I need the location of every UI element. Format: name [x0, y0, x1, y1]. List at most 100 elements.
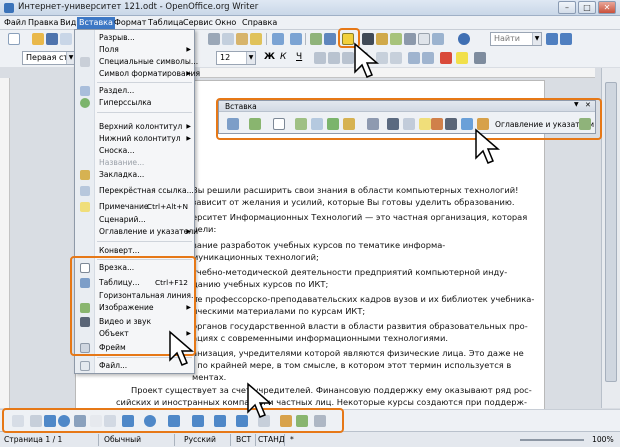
help-icon[interactable] — [458, 33, 470, 45]
basic-shapes-icon[interactable] — [122, 415, 134, 427]
indent-decrease-icon[interactable] — [408, 52, 420, 64]
cut-icon[interactable] — [208, 33, 220, 45]
menu-window[interactable]: Окно — [213, 17, 238, 29]
close-button[interactable]: ✕ — [598, 1, 616, 14]
menu-item-fields[interactable]: Поля ▶ — [75, 44, 194, 56]
menu-format[interactable]: Формат — [112, 17, 148, 29]
open-icon[interactable] — [32, 33, 44, 45]
menu-item-formatting-mark[interactable]: Символ форматирования ▶ — [75, 68, 200, 80]
insert-movie-icon[interactable] — [445, 118, 457, 130]
dropdown-arrow-icon[interactable]: ▼ — [574, 101, 579, 108]
menu-item-indexes-tables[interactable]: Оглавление и указатели ▶ — [75, 226, 198, 238]
zoom-slider[interactable] — [520, 439, 584, 441]
paragraph-style-combo[interactable]: Первая строк▼ — [22, 51, 76, 65]
menu-item-footnote[interactable]: Сноска... — [75, 145, 194, 157]
callout-tool-icon[interactable] — [104, 415, 116, 427]
callouts-icon[interactable] — [214, 415, 226, 427]
vertical-scrollbar[interactable] — [601, 68, 620, 408]
align-center-icon[interactable] — [328, 52, 340, 64]
italic-button[interactable]: К — [280, 52, 286, 62]
horizontal-ruler[interactable] — [200, 68, 595, 78]
menu-item-movie-sound[interactable]: Видео и звук — [75, 316, 194, 328]
text-tool-icon[interactable] — [90, 415, 102, 427]
menu-item-envelope[interactable]: Конверт... — [75, 245, 194, 257]
menu-table[interactable]: Таблица — [146, 17, 185, 29]
bold-button[interactable]: Ж — [264, 52, 275, 62]
paste-icon[interactable] — [236, 33, 248, 45]
highlighting-icon[interactable] — [456, 52, 468, 64]
table-icon[interactable] — [324, 33, 336, 45]
find-prev-icon[interactable] — [560, 33, 572, 45]
email-icon[interactable] — [60, 33, 72, 45]
status-insert-mode[interactable]: ВСТ — [236, 435, 251, 445]
status-language[interactable]: Русский — [184, 435, 216, 445]
insert-table-icon[interactable] — [227, 118, 239, 130]
status-style[interactable]: Обычный — [104, 435, 141, 445]
align-left-icon[interactable] — [314, 52, 326, 64]
datasources-icon[interactable] — [404, 33, 416, 45]
menu-view[interactable]: Вид — [58, 17, 78, 29]
undo-icon[interactable] — [272, 33, 284, 45]
menu-item-horizontal-line[interactable]: Горизонтальная линия... — [75, 290, 198, 302]
floating-toolbar-close[interactable]: ✕ — [585, 101, 591, 109]
insert-fontwork-icon[interactable] — [367, 118, 379, 130]
menu-insert[interactable]: Вставка — [77, 17, 115, 29]
menu-tools[interactable]: Сервис — [181, 17, 215, 29]
bullets-icon[interactable] — [390, 52, 402, 64]
freeform-tool-icon[interactable] — [74, 415, 86, 427]
font-color-icon[interactable] — [440, 52, 452, 64]
status-selection-mode[interactable]: СТАНД — [258, 435, 285, 445]
insert-object-icon[interactable] — [431, 118, 443, 130]
extrusion-icon[interactable] — [314, 415, 326, 427]
menu-item-bookmark[interactable]: Закладка... — [75, 169, 194, 181]
insert-caption-icon[interactable] — [311, 118, 323, 130]
insert-bookmark-icon[interactable] — [343, 118, 355, 130]
menu-item-header[interactable]: Верхний колонтитул ▶ — [75, 121, 194, 133]
symbol-shapes-icon[interactable] — [144, 415, 156, 427]
insert-special-character-icon[interactable] — [387, 118, 399, 130]
insert-note-icon[interactable] — [419, 118, 431, 130]
menu-item-hyperlink[interactable]: Гиперссылка — [75, 97, 194, 109]
gallery-icon[interactable] — [390, 33, 402, 45]
nonprinting-chars-icon[interactable] — [418, 33, 430, 45]
status-zoom[interactable]: 100% — [592, 435, 614, 445]
menu-item-footer[interactable]: Нижний колонтитул ▶ — [75, 133, 194, 145]
menu-file[interactable]: Файл — [2, 17, 28, 29]
maximize-button[interactable]: □ — [578, 1, 596, 14]
menu-item-picture[interactable]: Изображение ▶ — [75, 302, 194, 314]
menu-item-special-characters[interactable]: Специальные символы... — [75, 56, 198, 68]
insert-frame-icon[interactable] — [273, 118, 285, 130]
fontwork-gallery-icon[interactable] — [280, 415, 292, 427]
underline-button[interactable]: Ч — [296, 52, 302, 62]
background-color-icon[interactable] — [474, 52, 486, 64]
floating-toolbar-header[interactable]: Вставка ▼ ✕ — [219, 101, 595, 112]
flowchart-icon[interactable] — [192, 415, 204, 427]
format-paintbrush-icon[interactable] — [250, 33, 262, 45]
menu-item-comment[interactable]: Примечание Ctrl+Alt+N — [75, 201, 194, 213]
insert-section-icon[interactable] — [295, 118, 307, 130]
save-icon[interactable] — [46, 33, 58, 45]
find-input[interactable]: Найти ▼ — [490, 32, 542, 46]
menu-item-script[interactable]: Сценарий... — [75, 214, 194, 226]
select-arrow-icon[interactable] — [12, 415, 24, 427]
from-file-icon[interactable] — [296, 415, 308, 427]
ellipse-tool-icon[interactable] — [58, 415, 70, 427]
find-next-icon[interactable] — [546, 33, 558, 45]
copy-icon[interactable] — [222, 33, 234, 45]
menu-help[interactable]: Справка — [240, 17, 279, 29]
insert-field-icon[interactable] — [403, 118, 415, 130]
font-size-combo[interactable]: 12 ▼ — [216, 51, 256, 65]
menu-item-cross-reference[interactable]: Перекрёстная ссылка... — [75, 185, 194, 197]
status-page[interactable]: Страница 1 / 1 — [4, 435, 62, 445]
insert-hyperlink-icon[interactable] — [327, 118, 339, 130]
hyperlink-icon[interactable] — [310, 33, 322, 45]
indent-increase-icon[interactable] — [422, 52, 434, 64]
menu-item-table[interactable]: Таблицу... Ctrl+F12 — [75, 277, 194, 289]
menu-item-frame[interactable]: Врезка... — [75, 262, 194, 274]
toc-icon[interactable] — [579, 118, 591, 130]
scroll-thumb[interactable] — [605, 82, 617, 382]
insert-chart-icon[interactable] — [461, 118, 473, 130]
menu-item-section[interactable]: Раздел... — [75, 85, 194, 97]
minimize-button[interactable]: – — [558, 1, 576, 14]
zoom-icon[interactable] — [432, 33, 444, 45]
